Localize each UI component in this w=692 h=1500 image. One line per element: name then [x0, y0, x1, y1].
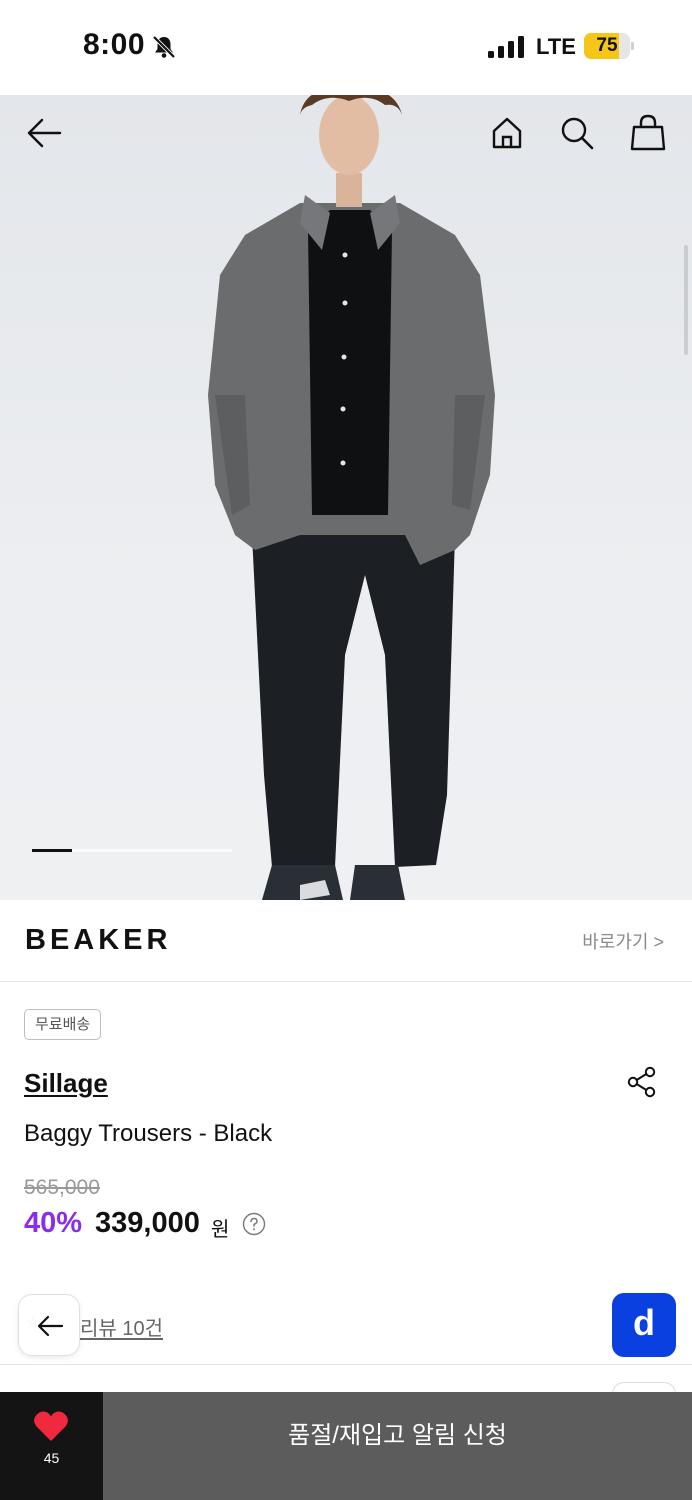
floating-back-button[interactable]	[18, 1294, 80, 1356]
status-bar: 8:00 LTE 75	[0, 0, 692, 95]
shopping-bag-icon[interactable]	[626, 111, 670, 155]
product-photo	[208, 95, 495, 900]
discount-rate: 40%	[24, 1207, 83, 1239]
restock-alert-button[interactable]: 품절/재입고 알림 신청	[103, 1392, 692, 1500]
bell-muted-icon	[152, 35, 176, 59]
sale-price: 339,000	[95, 1207, 200, 1239]
like-button[interactable]: 45	[0, 1392, 103, 1500]
d-logo: d	[633, 1302, 655, 1343]
help-icon[interactable]	[242, 1212, 266, 1236]
battery-icon: 75	[584, 33, 634, 59]
brand-row[interactable]: BEAKER 바로가기 >	[0, 900, 692, 982]
carousel-active-segment	[32, 849, 72, 852]
bottom-action-bar: 45 품절/재입고 알림 신청	[0, 1392, 692, 1500]
heart-icon	[34, 1411, 68, 1441]
divider	[0, 1364, 692, 1365]
product-name: Baggy Trousers - Black	[24, 1120, 273, 1147]
signal-icon	[488, 36, 524, 58]
back-arrow-icon	[37, 1315, 64, 1337]
review-count-link[interactable]: 리뷰 10건	[80, 1312, 163, 1341]
share-icon[interactable]	[624, 1064, 660, 1100]
back-arrow-icon[interactable]	[22, 111, 66, 155]
battery-level: 75	[596, 35, 618, 56]
d-app-button[interactable]: d	[612, 1293, 676, 1357]
product-image-carousel[interactable]	[0, 95, 692, 900]
network-label: LTE	[536, 34, 576, 59]
home-icon[interactable]	[485, 111, 529, 155]
free-shipping-badge: 무료배송	[24, 1009, 102, 1040]
price-unit: 원	[211, 1219, 230, 1241]
carousel-indicator	[32, 849, 232, 852]
brand-shortcut-link[interactable]: 바로가기 >	[582, 928, 664, 954]
original-price: 565,000	[24, 1176, 100, 1199]
search-icon[interactable]	[555, 111, 599, 155]
status-time: 8:00	[83, 28, 146, 61]
product-brand-link[interactable]: Sillage	[24, 1068, 108, 1099]
scroll-indicator	[684, 245, 688, 355]
brand-logo: BEAKER	[25, 924, 172, 956]
like-count: 45	[43, 1450, 60, 1466]
